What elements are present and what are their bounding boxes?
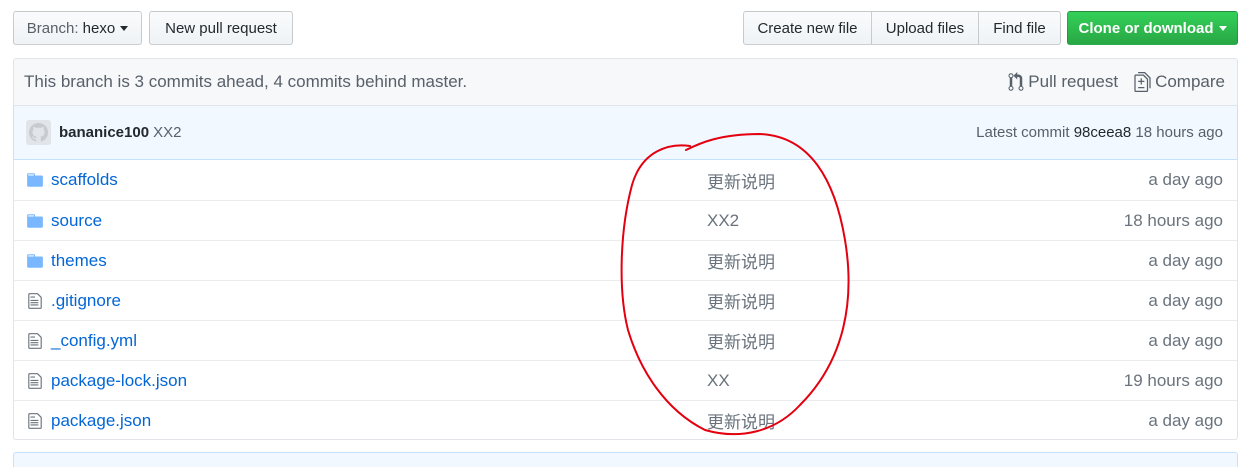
file-commit-message-link[interactable]: 更新说明 [707, 408, 775, 433]
new-pull-request-button[interactable]: New pull request [149, 11, 293, 45]
file-age: 18 hours ago [1123, 210, 1223, 230]
file-name-link[interactable]: scaffolds [51, 170, 118, 190]
pull-request-link[interactable]: Pull request [1008, 72, 1118, 92]
caret-down-icon [120, 25, 129, 31]
file-age: a day ago [1148, 410, 1223, 430]
branch-status-text: This branch is 3 commits ahead, 4 commit… [24, 72, 468, 91]
table-row: package.json 更新说明 a day ago [14, 400, 1237, 440]
find-file-button[interactable]: Find file [978, 11, 1061, 45]
repo-toolbar: Branch: hexo New pull request Create new… [0, 0, 1250, 58]
file-commit-message-link[interactable]: 更新说明 [707, 248, 775, 273]
github-avatar-icon [29, 123, 48, 142]
branch-name-label: hexo [82, 19, 116, 37]
folder-icon [27, 254, 43, 268]
file-name-link[interactable]: _config.yml [51, 331, 137, 351]
file-text-icon [28, 293, 42, 309]
file-text-icon [28, 373, 42, 389]
commit-meta: Latest commit 98ceea8 18 hours ago [976, 124, 1223, 141]
diff-icon [1134, 72, 1151, 92]
file-age: a day ago [1148, 250, 1223, 270]
file-name-link[interactable]: package-lock.json [51, 371, 187, 391]
file-commit-message-link[interactable]: 更新说明 [707, 328, 775, 353]
avatar[interactable] [26, 120, 51, 145]
table-row: package-lock.json XX 19 hours ago [14, 360, 1237, 400]
readme-box [13, 452, 1238, 467]
file-commit-message-link[interactable]: 更新说明 [707, 168, 775, 193]
file-text-icon [28, 333, 42, 349]
compare-link[interactable]: Compare [1134, 72, 1225, 92]
pull-request-label: Pull request [1028, 72, 1119, 91]
git-pull-request-icon [1008, 72, 1024, 91]
file-commit-message-link[interactable]: 更新说明 [707, 288, 775, 313]
upload-files-button[interactable]: Upload files [871, 11, 979, 45]
file-commit-message-link[interactable]: XX [707, 371, 730, 391]
branch-status-bar: This branch is 3 commits ahead, 4 commit… [13, 58, 1238, 106]
create-new-file-button[interactable]: Create new file [743, 11, 872, 45]
folder-icon [27, 173, 43, 187]
file-name-link[interactable]: .gitignore [51, 291, 121, 311]
caret-down-icon [1218, 25, 1227, 31]
branch-actions: Pull request Compare [1008, 72, 1225, 92]
file-name-link[interactable]: source [51, 211, 102, 231]
file-name-link[interactable]: package.json [51, 411, 151, 431]
folder-icon [27, 214, 43, 228]
file-commit-message-link[interactable]: XX2 [707, 211, 739, 231]
file-age: a day ago [1148, 290, 1223, 310]
commit-author-link[interactable]: bananice100 [59, 124, 149, 141]
file-actions-group: Create new file Upload files Find file [743, 11, 1061, 45]
file-list: scaffolds 更新说明 a day ago source XX2 18 h… [13, 160, 1238, 440]
branch-prefix-label: Branch: [26, 19, 79, 37]
table-row: themes 更新说明 a day ago [14, 240, 1237, 280]
branch-select-button[interactable]: Branch: hexo [13, 11, 142, 45]
table-row: scaffolds 更新说明 a day ago [14, 160, 1237, 200]
commit-author-area: bananice100 XX2 [26, 120, 181, 145]
clone-or-download-button[interactable]: Clone or download [1067, 11, 1238, 45]
file-age: a day ago [1148, 330, 1223, 350]
file-age: 19 hours ago [1123, 370, 1223, 390]
table-row: _config.yml 更新说明 a day ago [14, 320, 1237, 360]
table-row: .gitignore 更新说明 a day ago [14, 280, 1237, 320]
commit-message-link[interactable]: XX2 [153, 124, 181, 141]
latest-commit-bar: bananice100 XX2 Latest commit 98ceea8 18… [13, 106, 1238, 160]
table-row: source XX2 18 hours ago [14, 200, 1237, 240]
commit-age: 18 hours ago [1135, 124, 1223, 141]
file-name-link[interactable]: themes [51, 251, 107, 271]
file-age: a day ago [1148, 170, 1223, 189]
commit-sha-link[interactable]: 98ceea8 [1074, 124, 1132, 141]
compare-label: Compare [1155, 72, 1225, 91]
latest-commit-label: Latest commit [976, 124, 1070, 141]
clone-or-download-label: Clone or download [1078, 19, 1214, 37]
file-text-icon [28, 413, 42, 429]
